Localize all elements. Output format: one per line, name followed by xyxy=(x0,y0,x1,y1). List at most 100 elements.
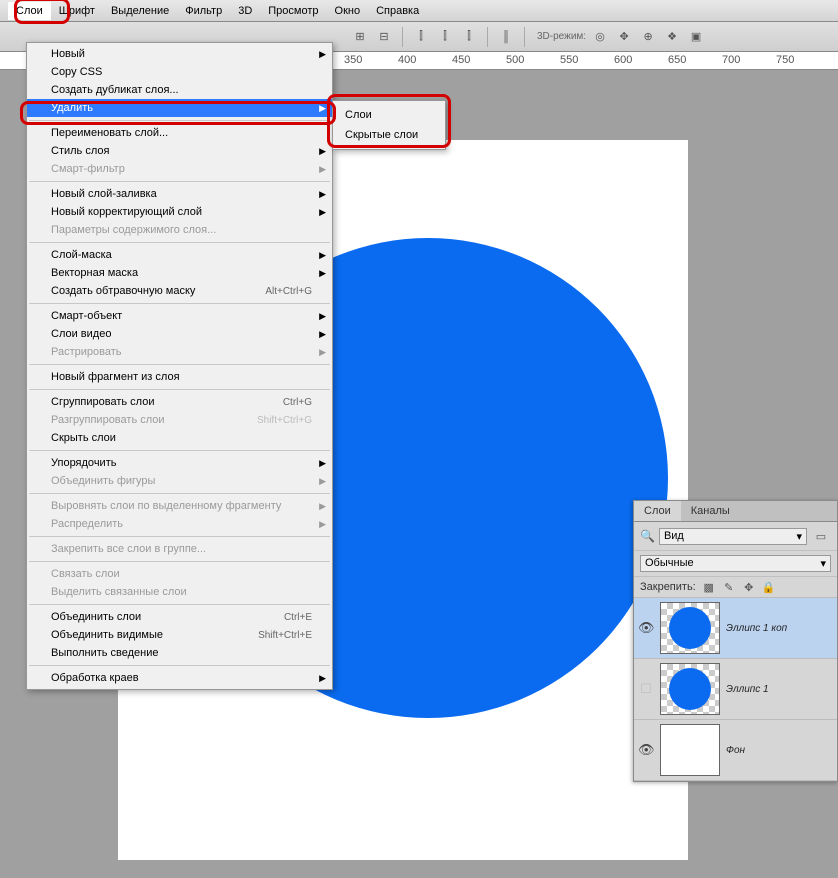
move-icon[interactable]: ⊕ xyxy=(638,27,658,47)
layer-row[interactable]: ☐ Эллипс 1 xyxy=(634,659,837,720)
menu-separator xyxy=(29,536,330,537)
ruler-tick-label: 500 xyxy=(506,54,524,66)
submenu-arrow-icon: ▶ xyxy=(319,146,326,157)
layer-thumbnail[interactable] xyxy=(660,724,720,776)
camera-icon[interactable]: ▣ xyxy=(686,27,706,47)
lock-pixels-icon[interactable]: ✎ xyxy=(722,580,736,594)
tab-layers[interactable]: Слои xyxy=(634,501,681,521)
submenu-item-layers[interactable]: Слои xyxy=(333,105,445,125)
menu-item-hide[interactable]: Скрыть слои xyxy=(27,429,332,447)
menu-font[interactable]: Шрифт xyxy=(51,2,103,20)
menu-help[interactable]: Справка xyxy=(368,2,427,20)
menu-window[interactable]: Окно xyxy=(327,2,369,20)
layer-name[interactable]: Эллипс 1 xyxy=(726,684,769,695)
menu-item-videolayers[interactable]: Слои видео▶ xyxy=(27,325,332,343)
align-icon[interactable]: ⊞ xyxy=(350,27,370,47)
menu-item-smartfilter: Смарт-фильтр▶ xyxy=(27,160,332,178)
visibility-icon[interactable]: 👁 xyxy=(638,742,654,758)
menu-separator xyxy=(29,561,330,562)
menu-item-clipmask[interactable]: Создать обтравочную маскуAlt+Ctrl+G xyxy=(27,282,332,300)
menu-item-copycss[interactable]: Copy CSS xyxy=(27,63,332,81)
shortcut-label: Alt+Ctrl+G xyxy=(265,286,312,297)
layer-thumbnail[interactable] xyxy=(660,663,720,715)
ruler-tick-label: 650 xyxy=(668,54,686,66)
menu-item-ungroup: Разгруппировать слоиShift+Ctrl+G xyxy=(27,411,332,429)
menu-item-style[interactable]: Стиль слоя▶ xyxy=(27,142,332,160)
separator xyxy=(487,27,488,47)
separator xyxy=(402,27,403,47)
submenu-arrow-icon: ▶ xyxy=(319,49,326,60)
menu-item-matting[interactable]: Обработка краев▶ xyxy=(27,669,332,687)
menu-filter[interactable]: Фильтр xyxy=(177,2,230,20)
distribute-icon[interactable]: ⫿ xyxy=(411,27,431,47)
menu-item-arrange[interactable]: Упорядочить▶ xyxy=(27,454,332,472)
submenu-arrow-icon: ▶ xyxy=(319,501,326,512)
layers-panel: Слои Каналы 🔍 Вид ▾ ▭ Обычные ▾ Закрепит… xyxy=(633,500,838,782)
menu-item-flatten[interactable]: Выполнить сведение xyxy=(27,644,332,662)
menu-item-rename[interactable]: Переименовать слой... xyxy=(27,124,332,142)
menu-item-vectormask[interactable]: Векторная маска▶ xyxy=(27,264,332,282)
lock-transparency-icon[interactable]: ▩ xyxy=(702,580,716,594)
menu-3d[interactable]: 3D xyxy=(230,2,260,20)
submenu-arrow-icon: ▶ xyxy=(319,189,326,200)
tab-channels[interactable]: Каналы xyxy=(681,501,740,521)
distribute-icon[interactable]: ⫿ xyxy=(459,27,479,47)
menu-separator xyxy=(29,450,330,451)
menubar: Слои Шрифт Выделение Фильтр 3D Просмотр … xyxy=(0,0,838,22)
layer-name[interactable]: Эллипс 1 коп xyxy=(726,623,787,634)
distribute-icon[interactable]: ⫿ xyxy=(435,27,455,47)
menu-item-smartobj[interactable]: Смарт-объект▶ xyxy=(27,307,332,325)
kind-select[interactable]: Вид ▾ xyxy=(659,528,807,545)
ruler-tick-label: 400 xyxy=(398,54,416,66)
distribute-icon[interactable]: ║ xyxy=(496,27,516,47)
layer-row[interactable]: 👁 Фон xyxy=(634,720,837,781)
ruler-tick-label: 600 xyxy=(614,54,632,66)
menu-item-newslice[interactable]: Новый фрагмент из слоя xyxy=(27,368,332,386)
scale-icon[interactable]: ❖ xyxy=(662,27,682,47)
panel-blend-row: Обычные ▾ xyxy=(634,551,837,577)
submenu-arrow-icon: ▶ xyxy=(319,268,326,279)
search-icon[interactable]: 🔍 xyxy=(640,529,655,543)
submenu-arrow-icon: ▶ xyxy=(319,347,326,358)
menu-view[interactable]: Просмотр xyxy=(260,2,326,20)
shortcut-label: Shift+Ctrl+G xyxy=(257,415,312,426)
submenu-arrow-icon: ▶ xyxy=(319,311,326,322)
orbit-icon[interactable]: ◎ xyxy=(590,27,610,47)
delete-submenu: Слои Скрытые слои xyxy=(332,100,446,150)
menu-item-new[interactable]: Новый▶ xyxy=(27,45,332,63)
menu-item-group[interactable]: Сгруппировать слоиCtrl+G xyxy=(27,393,332,411)
menu-item-duplicate[interactable]: Создать дубликат слоя... xyxy=(27,81,332,99)
lock-label: Закрепить: xyxy=(640,581,696,593)
pan-icon[interactable]: ✥ xyxy=(614,27,634,47)
menu-item-link: Связать слои xyxy=(27,565,332,583)
menu-item-mergedown[interactable]: Объединить слоиCtrl+E xyxy=(27,608,332,626)
menu-item-newfill[interactable]: Новый слой-заливка▶ xyxy=(27,185,332,203)
submenu-arrow-icon: ▶ xyxy=(319,250,326,261)
layer-row[interactable]: 👁 Эллипс 1 коп xyxy=(634,598,837,659)
menu-selection[interactable]: Выделение xyxy=(103,2,177,20)
layer-name[interactable]: Фон xyxy=(726,745,745,756)
blend-select[interactable]: Обычные ▾ xyxy=(640,555,831,572)
menu-layers[interactable]: Слои xyxy=(8,2,51,20)
menu-separator xyxy=(29,181,330,182)
lock-all-icon[interactable]: 🔒 xyxy=(762,580,776,594)
submenu-arrow-icon: ▶ xyxy=(319,458,326,469)
menu-item-delete[interactable]: Удалить▶ xyxy=(27,99,332,117)
ruler-tick-label: 700 xyxy=(722,54,740,66)
visibility-icon[interactable]: 👁 xyxy=(638,620,654,636)
shortcut-label: Shift+Ctrl+E xyxy=(258,630,312,641)
menu-separator xyxy=(29,493,330,494)
menu-item-mergevis[interactable]: Объединить видимыеShift+Ctrl+E xyxy=(27,626,332,644)
submenu-arrow-icon: ▶ xyxy=(319,476,326,487)
lock-position-icon[interactable]: ✥ xyxy=(742,580,756,594)
menu-item-combine: Объединить фигуры▶ xyxy=(27,472,332,490)
menu-separator xyxy=(29,604,330,605)
menu-item-layermask[interactable]: Слой-маска▶ xyxy=(27,246,332,264)
menu-item-newadj[interactable]: Новый корректирующий слой▶ xyxy=(27,203,332,221)
submenu-item-hidden[interactable]: Скрытые слои xyxy=(333,125,445,145)
align-icon[interactable]: ⊟ xyxy=(374,27,394,47)
filter-icon[interactable]: ▭ xyxy=(811,526,831,546)
visibility-icon[interactable]: ☐ xyxy=(638,681,654,697)
layer-thumbnail[interactable] xyxy=(660,602,720,654)
menu-item-lockall: Закрепить все слои в группе... xyxy=(27,540,332,558)
